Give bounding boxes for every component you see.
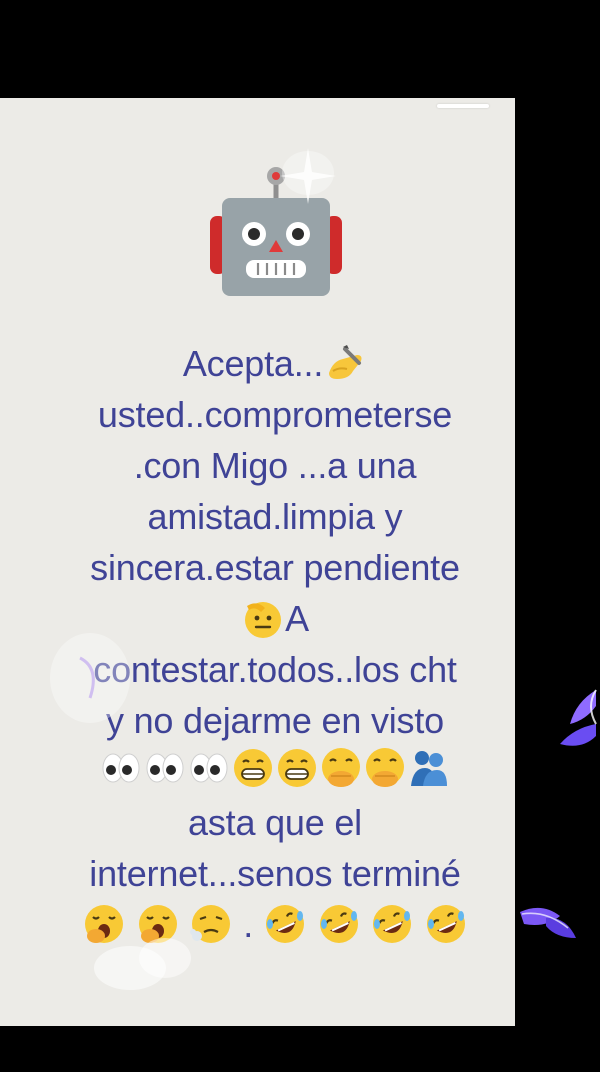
message-line-2: usted..comprometerse [97,394,453,435]
eyes-icon [99,746,143,790]
robot-icon [206,164,346,299]
message-line-5: sincera.estar pendiente [90,547,460,588]
eyes-icon [187,746,231,790]
hand-over-mouth-icon [319,746,363,790]
message-line-6: A [30,593,515,644]
exhaling-face-icon [189,902,233,946]
yawning-face-icon [82,902,126,946]
video-frame: Acepta... usted..comprometerse .con Migo… [0,0,600,1072]
message-line-12: . [30,899,515,950]
saluting-face-icon [241,596,285,640]
rolling-laughing-icon [424,902,468,946]
yawning-face-icon [136,902,180,946]
line-12-dot: . [243,904,253,945]
eyes-icon [143,746,187,790]
grinning-face-icon [231,746,275,790]
grinning-face-icon [275,746,319,790]
people-hugging-icon [407,746,451,790]
message-line-3: .con Migo ...a una [133,445,417,486]
message-line-8: y no dejarme en visto [106,700,444,741]
message-card: Acepta... usted..comprometerse .con Migo… [0,98,515,1026]
butterfly-decoration [520,907,576,938]
butterfly-decoration [560,689,597,746]
message-line-7: contestar.todos..los cht [93,649,457,690]
message-line-11: internet...senos terminé [89,853,461,894]
rolling-laughing-icon [263,902,307,946]
rolling-laughing-icon [317,902,361,946]
writing-hand-icon [323,341,367,385]
rolling-laughing-icon [370,902,414,946]
chat-message: Acepta... usted..comprometerse .con Migo… [30,338,515,950]
message-line-1: Acepta... [30,338,515,389]
message-line-9 [30,746,515,797]
drag-handle[interactable] [437,104,489,108]
message-line-4: amistad.limpia y [147,496,403,537]
message-line-10: asta que el [188,802,362,843]
hand-over-mouth-icon [363,746,407,790]
